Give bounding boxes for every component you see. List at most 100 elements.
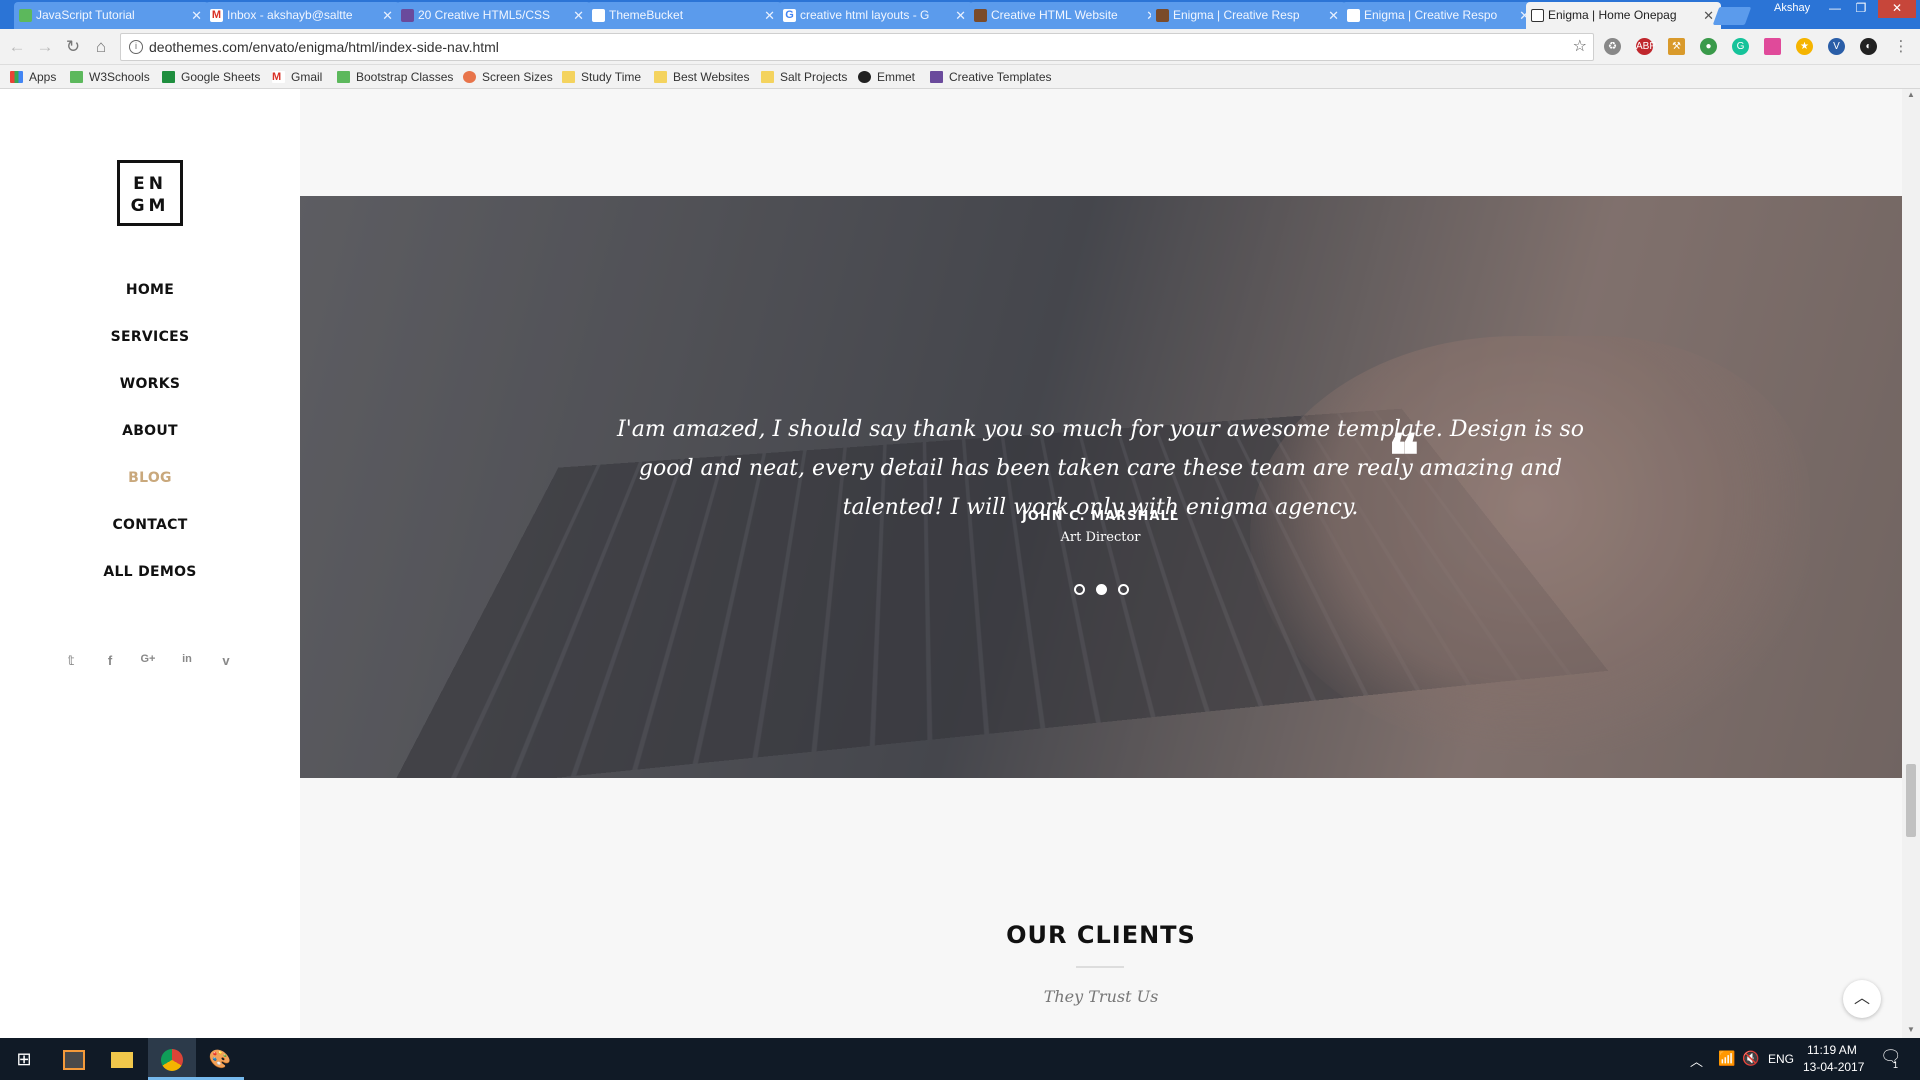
screensizes-icon xyxy=(463,71,476,83)
notification-count: 1 xyxy=(1893,1060,1899,1070)
extension-color-icon[interactable] xyxy=(1764,38,1781,55)
bookmark-screen-sizes[interactable]: Screen Sizes xyxy=(463,69,553,85)
scroll-up-arrow-icon[interactable]: ▲ xyxy=(1902,90,1920,99)
google-icon: G xyxy=(783,9,796,22)
slider-dot-2-active[interactable] xyxy=(1096,584,1107,595)
tab-title: Creative HTML Website xyxy=(991,8,1118,22)
tab-title: Enigma | Home Onepag xyxy=(1548,8,1677,22)
restore-icon[interactable]: ❐ xyxy=(1848,0,1874,18)
tab-themebucket[interactable]: ThemeBucket ✕ xyxy=(587,2,782,29)
extension-leaf-icon[interactable]: ● xyxy=(1700,38,1717,55)
paint-icon[interactable]: 🎨 xyxy=(196,1038,244,1080)
clients-subheading: They Trust Us xyxy=(1043,987,1159,1006)
linkedin-icon[interactable]: in xyxy=(177,653,197,665)
tab-title: Inbox - akshayb@saltte xyxy=(227,8,353,22)
vimeo-extension-icon[interactable]: V xyxy=(1828,38,1845,55)
wifi-icon[interactable]: 📶 xyxy=(1718,1050,1735,1067)
clock-time[interactable]: 11:19 AM xyxy=(1807,1043,1857,1057)
close-tab-icon[interactable]: ✕ xyxy=(1703,2,1714,29)
bookmark-label: Screen Sizes xyxy=(482,70,553,84)
address-bar[interactable]: i deothemes.com/envato/enigma/html/index… xyxy=(120,33,1594,61)
bookmark-star-icon[interactable]: ☆ xyxy=(1573,34,1587,60)
bookmark-folder-study-time[interactable]: Study Time xyxy=(562,69,641,85)
bookmarks-bar: Apps W3Schools Google Sheets M Gmail Boot… xyxy=(0,65,1920,89)
nav-blog[interactable]: BLOG xyxy=(0,470,300,486)
tab-enigma-home-active[interactable]: Enigma | Home Onepag ✕ xyxy=(1526,2,1721,29)
close-tab-icon[interactable]: ✕ xyxy=(573,2,584,29)
twitter-icon[interactable]: 𝕥 xyxy=(61,653,81,669)
grammarly-icon[interactable]: G xyxy=(1732,38,1749,55)
bookmark-emmet[interactable]: Emmet xyxy=(858,69,915,85)
nav-contact[interactable]: CONTACT xyxy=(0,517,300,533)
reload-icon[interactable]: ↻ xyxy=(62,36,84,58)
page-scrollbar[interactable]: ▲ ▼ xyxy=(1902,89,1920,1038)
back-icon[interactable]: ← xyxy=(6,36,28,58)
bookmark-label: Study Time xyxy=(581,70,642,84)
vimeo-icon[interactable]: v xyxy=(216,653,236,668)
bookmark-bootstrap-classes[interactable]: Bootstrap Classes xyxy=(337,69,453,85)
facebook-icon[interactable]: f xyxy=(100,653,120,668)
bookmark-folder-best-websites[interactable]: Best Websites xyxy=(654,69,749,85)
browser-toolbar: ← → ↻ ⌂ i deothemes.com/envato/enigma/ht… xyxy=(0,29,1920,65)
adblock-plus-icon[interactable]: ABP xyxy=(1636,38,1656,55)
nav-home[interactable]: HOME xyxy=(0,282,300,298)
file-explorer-icon[interactable] xyxy=(98,1038,146,1080)
volume-muted-icon[interactable]: 🔇 xyxy=(1742,1050,1759,1067)
side-navigation: EN GM HOME SERVICES WORKS ABOUT BLOG CON… xyxy=(0,89,300,1038)
tab-enigma-1[interactable]: Enigma | Creative Resp ✕ xyxy=(1151,2,1346,29)
tab-javascript-tutorial[interactable]: JavaScript Tutorial ✕ xyxy=(14,2,209,29)
sublime-text-icon[interactable] xyxy=(50,1038,98,1080)
back-to-top-button[interactable]: ︿ xyxy=(1843,980,1881,1018)
bookmark-w3schools[interactable]: W3Schools xyxy=(70,69,150,85)
chrome-menu-icon[interactable]: ⋮ xyxy=(1890,36,1912,58)
profile-name[interactable]: Akshay xyxy=(1774,2,1810,14)
bookmark-creative-templates[interactable]: Creative Templates xyxy=(930,69,1052,85)
nav-services[interactable]: SERVICES xyxy=(0,329,300,345)
close-tab-icon[interactable]: ✕ xyxy=(382,2,393,29)
tab-google-search[interactable]: G creative html layouts - G ✕ xyxy=(778,2,973,29)
bookmark-apps[interactable]: Apps xyxy=(10,69,56,85)
w3schools-icon xyxy=(337,71,350,83)
extension-star-icon[interactable]: ★ xyxy=(1796,38,1813,55)
bookmark-google-sheets[interactable]: Google Sheets xyxy=(162,69,260,85)
browser-tab-strip: JavaScript Tutorial ✕ M Inbox - akshayb@… xyxy=(0,0,1920,29)
bookmark-folder-salt-projects[interactable]: Salt Projects xyxy=(761,69,847,85)
extension-tools-icon[interactable]: ⚒ xyxy=(1668,38,1685,55)
extension-dark-icon[interactable]: ◐ xyxy=(1860,38,1877,55)
scroll-down-arrow-icon[interactable]: ▼ xyxy=(1902,1025,1920,1034)
nav-works[interactable]: WORKS xyxy=(0,376,300,392)
action-center-icon[interactable]: 🗨 xyxy=(1880,1047,1902,1067)
clock-date[interactable]: 13-04-2017 xyxy=(1803,1060,1864,1074)
minimize-icon[interactable]: — xyxy=(1822,0,1848,18)
tab-gmail-inbox[interactable]: M Inbox - akshayb@saltte ✕ xyxy=(205,2,400,29)
close-tab-icon[interactable]: ✕ xyxy=(1328,2,1339,29)
scrollbar-thumb[interactable] xyxy=(1906,764,1916,837)
slider-dot-1[interactable] xyxy=(1074,584,1085,595)
close-tab-icon[interactable]: ✕ xyxy=(955,2,966,29)
forward-icon[interactable]: → xyxy=(34,36,56,58)
google-plus-icon[interactable]: G+ xyxy=(138,653,158,665)
bookmark-label: W3Schools xyxy=(89,70,150,84)
tab-creative-html-website[interactable]: Creative HTML Website ✕ xyxy=(969,2,1164,29)
home-icon[interactable]: ⌂ xyxy=(90,36,112,58)
site-icon xyxy=(974,9,987,22)
nav-about[interactable]: ABOUT xyxy=(0,423,300,439)
windows-start-icon[interactable]: ⊞ xyxy=(0,1038,48,1080)
language-indicator[interactable]: ENG xyxy=(1768,1052,1794,1066)
close-tab-icon[interactable]: ✕ xyxy=(191,2,202,29)
site-info-icon[interactable]: i xyxy=(129,40,143,54)
bookmark-label: Gmail xyxy=(291,70,323,84)
enigma-logo[interactable]: EN GM xyxy=(117,160,183,226)
chrome-icon[interactable] xyxy=(148,1038,196,1080)
heading-divider xyxy=(1076,966,1124,968)
tab-enigma-2[interactable]: Enigma | Creative Respo ✕ xyxy=(1342,2,1537,29)
chevron-up-tray-icon[interactable]: ︿ xyxy=(1690,1051,1703,1070)
slider-dot-3[interactable] xyxy=(1118,584,1129,595)
tab-creative-html5[interactable]: 20 Creative HTML5/CSS ✕ xyxy=(396,2,591,29)
close-window-icon[interactable]: ✕ xyxy=(1878,0,1916,18)
new-tab-button[interactable] xyxy=(1712,7,1752,25)
nav-all-demos[interactable]: ALL DEMOS xyxy=(0,564,300,580)
bookmark-gmail[interactable]: M Gmail xyxy=(272,69,322,85)
close-tab-icon[interactable]: ✕ xyxy=(764,2,775,29)
extension-recycle-icon[interactable]: ♻ xyxy=(1604,38,1621,55)
